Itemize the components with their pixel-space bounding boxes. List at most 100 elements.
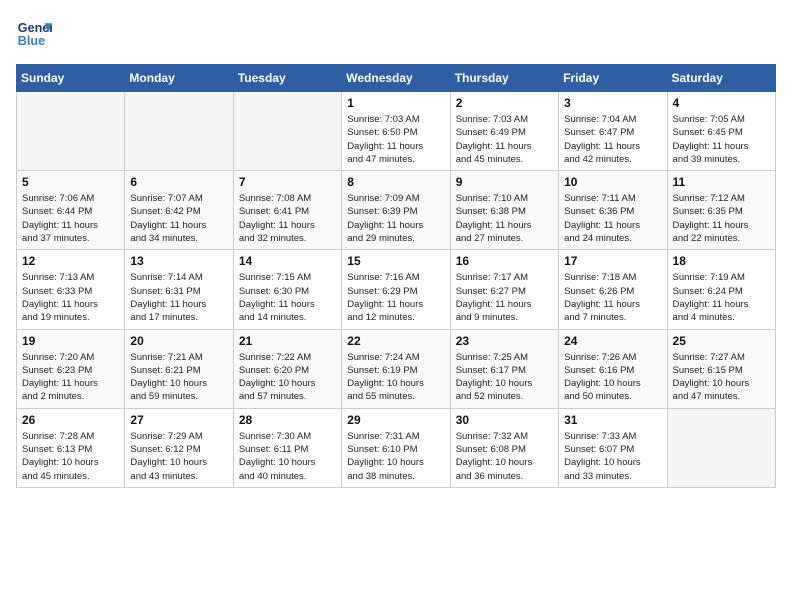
calendar-cell: 1 Sunrise: 7:03 AM Sunset: 6:50 PM Daylig…	[342, 92, 450, 171]
day-number: 18	[673, 254, 770, 268]
day-info: Sunrise: 7:15 AM Sunset: 6:30 PM Dayligh…	[239, 271, 336, 324]
calendar-week-4: 19 Sunrise: 7:20 AM Sunset: 6:23 PM Dayli…	[17, 329, 776, 408]
calendar-cell	[125, 92, 233, 171]
day-number: 6	[130, 175, 227, 189]
day-info: Sunrise: 7:21 AM Sunset: 6:21 PM Dayligh…	[130, 351, 227, 404]
day-number: 22	[347, 334, 444, 348]
calendar-cell: 21 Sunrise: 7:22 AM Sunset: 6:20 PM Dayli…	[233, 329, 341, 408]
day-info: Sunrise: 7:32 AM Sunset: 6:08 PM Dayligh…	[456, 430, 553, 483]
day-info: Sunrise: 7:22 AM Sunset: 6:20 PM Dayligh…	[239, 351, 336, 404]
day-number: 15	[347, 254, 444, 268]
calendar-cell: 29 Sunrise: 7:31 AM Sunset: 6:10 PM Dayli…	[342, 408, 450, 487]
day-info: Sunrise: 7:24 AM Sunset: 6:19 PM Dayligh…	[347, 351, 444, 404]
calendar-cell: 2 Sunrise: 7:03 AM Sunset: 6:49 PM Daylig…	[450, 92, 558, 171]
day-number: 12	[22, 254, 119, 268]
day-info: Sunrise: 7:14 AM Sunset: 6:31 PM Dayligh…	[130, 271, 227, 324]
day-info: Sunrise: 7:27 AM Sunset: 6:15 PM Dayligh…	[673, 351, 770, 404]
day-info: Sunrise: 7:03 AM Sunset: 6:49 PM Dayligh…	[456, 113, 553, 166]
day-number: 3	[564, 96, 661, 110]
day-number: 30	[456, 413, 553, 427]
day-info: Sunrise: 7:16 AM Sunset: 6:29 PM Dayligh…	[347, 271, 444, 324]
calendar-cell: 20Sunrise: 7:21 AM Sunset: 6:21 PM Dayli…	[125, 329, 233, 408]
day-info: Sunrise: 7:03 AM Sunset: 6:50 PM Dayligh…	[347, 113, 444, 166]
calendar-cell: 26 Sunrise: 7:28 AM Sunset: 6:13 PM Dayli…	[17, 408, 125, 487]
day-number: 11	[673, 175, 770, 189]
day-info: Sunrise: 7:12 AM Sunset: 6:35 PM Dayligh…	[673, 192, 770, 245]
weekday-header-sunday: Sunday	[17, 65, 125, 92]
day-number: 4	[673, 96, 770, 110]
day-info: Sunrise: 7:19 AM Sunset: 6:24 PM Dayligh…	[673, 271, 770, 324]
calendar-cell: 31Sunrise: 7:33 AM Sunset: 6:07 PM Dayli…	[559, 408, 667, 487]
day-info: Sunrise: 7:13 AM Sunset: 6:33 PM Dayligh…	[22, 271, 119, 324]
calendar-cell: 30 Sunrise: 7:32 AM Sunset: 6:08 PM Dayli…	[450, 408, 558, 487]
calendar-cell: 19 Sunrise: 7:20 AM Sunset: 6:23 PM Dayli…	[17, 329, 125, 408]
weekday-header-thursday: Thursday	[450, 65, 558, 92]
day-number: 24	[564, 334, 661, 348]
calendar-cell: 28 Sunrise: 7:30 AM Sunset: 6:11 PM Dayli…	[233, 408, 341, 487]
calendar-cell: 7 Sunrise: 7:08 AM Sunset: 6:41 PM Daylig…	[233, 171, 341, 250]
day-info: Sunrise: 7:28 AM Sunset: 6:13 PM Dayligh…	[22, 430, 119, 483]
day-info: Sunrise: 7:07 AM Sunset: 6:42 PM Dayligh…	[130, 192, 227, 245]
day-number: 1	[347, 96, 444, 110]
day-info: Sunrise: 7:25 AM Sunset: 6:17 PM Dayligh…	[456, 351, 553, 404]
day-number: 17	[564, 254, 661, 268]
calendar-cell: 14Sunrise: 7:15 AM Sunset: 6:30 PM Dayli…	[233, 250, 341, 329]
day-info: Sunrise: 7:26 AM Sunset: 6:16 PM Dayligh…	[564, 351, 661, 404]
day-number: 8	[347, 175, 444, 189]
calendar-table: SundayMondayTuesdayWednesdayThursdayFrid…	[16, 64, 776, 488]
day-info: Sunrise: 7:33 AM Sunset: 6:07 PM Dayligh…	[564, 430, 661, 483]
day-info: Sunrise: 7:31 AM Sunset: 6:10 PM Dayligh…	[347, 430, 444, 483]
day-info: Sunrise: 7:30 AM Sunset: 6:11 PM Dayligh…	[239, 430, 336, 483]
day-number: 29	[347, 413, 444, 427]
calendar-cell: 18 Sunrise: 7:19 AM Sunset: 6:24 PM Dayli…	[667, 250, 775, 329]
day-info: Sunrise: 7:18 AM Sunset: 6:26 PM Dayligh…	[564, 271, 661, 324]
calendar-cell: 17 Sunrise: 7:18 AM Sunset: 6:26 PM Dayli…	[559, 250, 667, 329]
day-info: Sunrise: 7:17 AM Sunset: 6:27 PM Dayligh…	[456, 271, 553, 324]
day-number: 5	[22, 175, 119, 189]
day-info: Sunrise: 7:05 AM Sunset: 6:45 PM Dayligh…	[673, 113, 770, 166]
calendar-cell: 4 Sunrise: 7:05 AM Sunset: 6:45 PM Daylig…	[667, 92, 775, 171]
day-info: Sunrise: 7:10 AM Sunset: 6:38 PM Dayligh…	[456, 192, 553, 245]
day-info: Sunrise: 7:20 AM Sunset: 6:23 PM Dayligh…	[22, 351, 119, 404]
day-number: 26	[22, 413, 119, 427]
day-number: 7	[239, 175, 336, 189]
day-number: 23	[456, 334, 553, 348]
day-number: 2	[456, 96, 553, 110]
day-number: 21	[239, 334, 336, 348]
day-number: 13	[130, 254, 227, 268]
weekday-header-saturday: Saturday	[667, 65, 775, 92]
day-number: 19	[22, 334, 119, 348]
calendar-cell: 24 Sunrise: 7:26 AM Sunset: 6:16 PM Dayli…	[559, 329, 667, 408]
calendar-cell: 15 Sunrise: 7:16 AM Sunset: 6:29 PM Dayli…	[342, 250, 450, 329]
calendar-week-3: 12 Sunrise: 7:13 AM Sunset: 6:33 PM Dayli…	[17, 250, 776, 329]
calendar-week-2: 5 Sunrise: 7:06 AM Sunset: 6:44 PM Daylig…	[17, 171, 776, 250]
calendar-cell: 9 Sunrise: 7:10 AM Sunset: 6:38 PM Daylig…	[450, 171, 558, 250]
calendar-cell: 3Sunrise: 7:04 AM Sunset: 6:47 PM Daylig…	[559, 92, 667, 171]
calendar-cell: 8Sunrise: 7:09 AM Sunset: 6:39 PM Daylig…	[342, 171, 450, 250]
calendar-cell	[233, 92, 341, 171]
day-number: 28	[239, 413, 336, 427]
day-number: 9	[456, 175, 553, 189]
weekday-header-row: SundayMondayTuesdayWednesdayThursdayFrid…	[17, 65, 776, 92]
day-info: Sunrise: 7:08 AM Sunset: 6:41 PM Dayligh…	[239, 192, 336, 245]
weekday-header-friday: Friday	[559, 65, 667, 92]
logo-icon: General Blue	[16, 16, 52, 52]
day-number: 10	[564, 175, 661, 189]
day-number: 25	[673, 334, 770, 348]
calendar-cell: 23 Sunrise: 7:25 AM Sunset: 6:17 PM Dayli…	[450, 329, 558, 408]
day-number: 16	[456, 254, 553, 268]
calendar-week-5: 26 Sunrise: 7:28 AM Sunset: 6:13 PM Dayli…	[17, 408, 776, 487]
calendar-cell: 27Sunrise: 7:29 AM Sunset: 6:12 PM Dayli…	[125, 408, 233, 487]
calendar-cell: 12 Sunrise: 7:13 AM Sunset: 6:33 PM Dayli…	[17, 250, 125, 329]
day-info: Sunrise: 7:06 AM Sunset: 6:44 PM Dayligh…	[22, 192, 119, 245]
calendar-cell: 13 Sunrise: 7:14 AM Sunset: 6:31 PM Dayli…	[125, 250, 233, 329]
calendar-cell: 11 Sunrise: 7:12 AM Sunset: 6:35 PM Dayli…	[667, 171, 775, 250]
day-info: Sunrise: 7:29 AM Sunset: 6:12 PM Dayligh…	[130, 430, 227, 483]
calendar-cell: 16 Sunrise: 7:17 AM Sunset: 6:27 PM Dayli…	[450, 250, 558, 329]
calendar-cell: 5 Sunrise: 7:06 AM Sunset: 6:44 PM Daylig…	[17, 171, 125, 250]
weekday-header-wednesday: Wednesday	[342, 65, 450, 92]
calendar-cell: 6 Sunrise: 7:07 AM Sunset: 6:42 PM Daylig…	[125, 171, 233, 250]
calendar-cell	[17, 92, 125, 171]
svg-text:Blue: Blue	[18, 34, 45, 48]
calendar-cell: 10Sunrise: 7:11 AM Sunset: 6:36 PM Dayli…	[559, 171, 667, 250]
